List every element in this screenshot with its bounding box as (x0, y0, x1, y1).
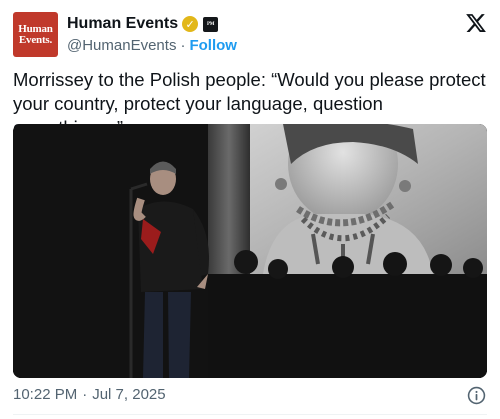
avatar-text-line2: Events. (18, 33, 53, 46)
divider (13, 414, 487, 415)
tweet-time[interactable]: 10:22 PM (13, 386, 77, 403)
avatar[interactable]: Human Events. (13, 12, 58, 57)
meta-separator: · (82, 386, 88, 403)
tweet-media[interactable] (13, 124, 487, 378)
video-still (13, 124, 487, 378)
handle-separator: · (180, 37, 186, 54)
tweet-date[interactable]: Jul 7, 2025 (92, 386, 165, 403)
info-icon[interactable] (467, 386, 486, 405)
follow-button[interactable]: Follow (189, 37, 237, 54)
tweet-meta: 10:22 PM · Jul 7, 2025 (13, 386, 166, 403)
tweet-card: Human Events. Human Events ✓ PM @HumanEv… (0, 0, 500, 419)
name-row: Human Events ✓ PM (67, 14, 219, 34)
handle-row: @HumanEvents · Follow (67, 37, 237, 54)
account-handle[interactable]: @HumanEvents (67, 37, 176, 54)
verified-badge-icon: ✓ (182, 16, 199, 32)
display-name[interactable]: Human Events (67, 15, 178, 33)
avatar-text-line1: Human (18, 22, 53, 35)
x-logo-icon[interactable] (465, 12, 487, 34)
affiliate-badge[interactable]: PM (203, 16, 219, 32)
